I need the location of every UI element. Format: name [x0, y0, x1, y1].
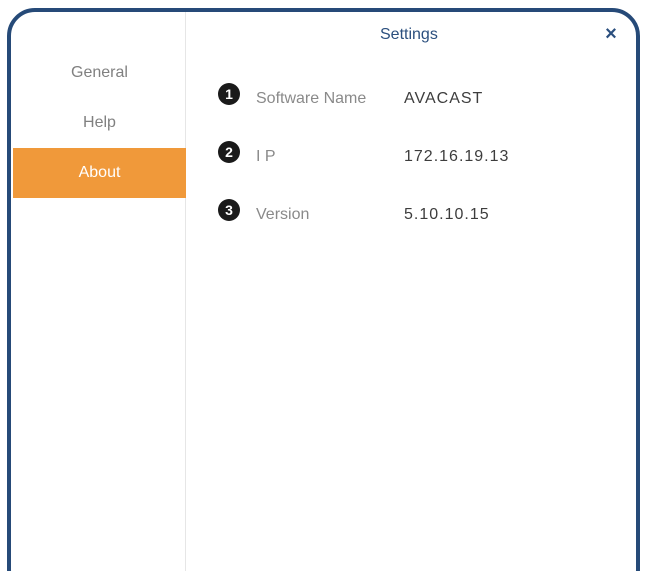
- software-name-value: AVACAST: [404, 90, 484, 107]
- number-badge-icon: 3: [218, 199, 240, 221]
- version-value: 5.10.10.15: [404, 206, 490, 223]
- sidebar-item-about[interactable]: About: [13, 148, 186, 198]
- close-icon[interactable]: ×: [601, 22, 621, 46]
- sidebar-item-help[interactable]: Help: [13, 98, 186, 148]
- sidebar: General Help About: [11, 12, 186, 571]
- software-name-label: Software Name: [256, 90, 367, 107]
- number-badge-icon: 1: [218, 83, 240, 105]
- ip-value: 172.16.19.13: [404, 148, 510, 165]
- sidebar-item-general[interactable]: General: [13, 48, 186, 98]
- ip-label: I P: [256, 148, 276, 165]
- page-title: Settings: [380, 26, 438, 43]
- number-badge-icon: 2: [218, 141, 240, 163]
- version-label: Version: [256, 206, 310, 223]
